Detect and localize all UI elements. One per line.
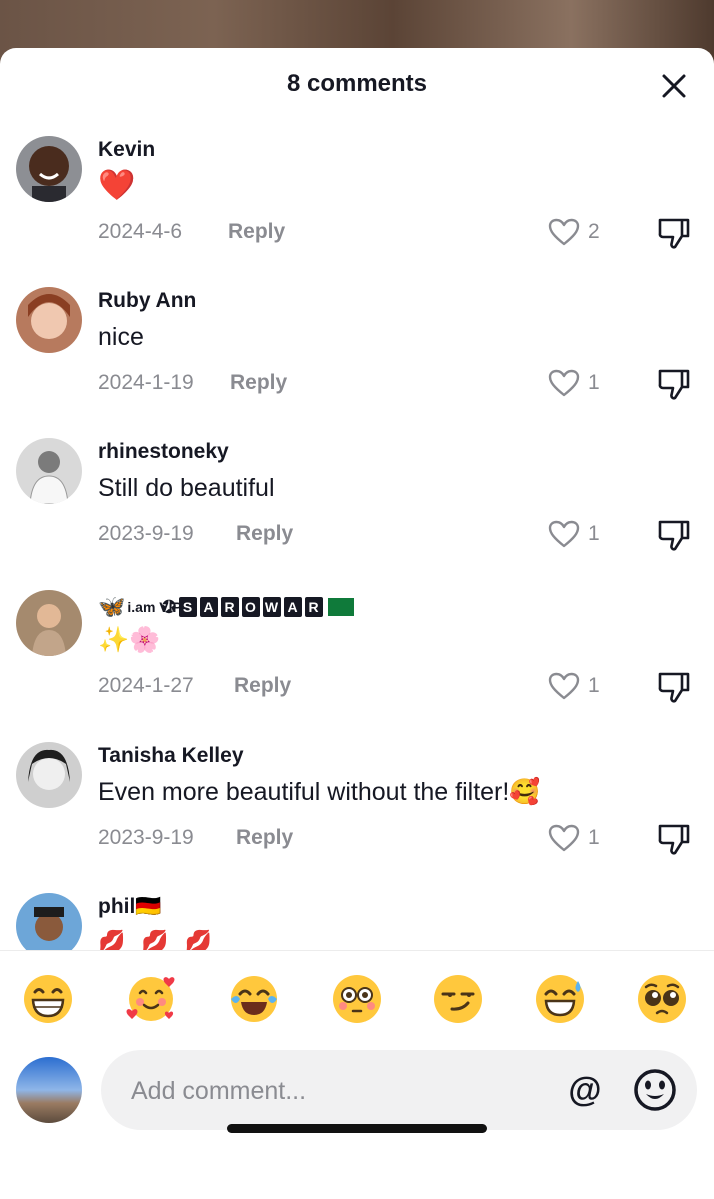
comment-date: 2024-4-6 xyxy=(98,220,183,243)
like-count: 1 xyxy=(588,826,600,849)
dislike-button[interactable] xyxy=(656,367,692,401)
emoji-smiling-hearts-button[interactable] xyxy=(125,973,177,1025)
emoji-grin-button[interactable] xyxy=(22,973,74,1025)
butterfly-icon: 🦋 xyxy=(98,594,126,619)
vip-prefix: i.am VIP xyxy=(127,599,182,615)
comments-count-title: 8 comments xyxy=(286,70,428,97)
comment-date: 2023-9-19 xyxy=(98,826,194,849)
reply-button[interactable]: Reply xyxy=(230,371,287,395)
heart-icon xyxy=(548,369,580,397)
heart-icon xyxy=(548,824,580,852)
like-button[interactable]: 1 xyxy=(548,822,600,854)
avatar[interactable] xyxy=(16,893,82,950)
close-icon xyxy=(662,74,686,98)
flag-icon xyxy=(327,598,354,616)
comment-text: 💋💋💋 xyxy=(98,929,229,950)
like-button[interactable]: 1 xyxy=(548,367,600,399)
emoji-pleading-button[interactable] xyxy=(636,973,688,1025)
comment-date: 2023-9-19 xyxy=(98,522,194,545)
comments-list[interactable]: Kevin ❤️ 2024-4-6 Reply 2 Ruby Ann nice … xyxy=(0,136,714,950)
thumbs-down-icon xyxy=(658,218,690,249)
emoji-sweat-smile-button[interactable] xyxy=(534,973,586,1025)
avatar[interactable] xyxy=(16,742,82,808)
thumbs-down-icon xyxy=(658,672,690,703)
close-button[interactable] xyxy=(658,70,690,102)
comment-date: 2024-1-27 xyxy=(98,674,194,697)
thumbs-down-icon xyxy=(658,369,690,400)
heart-icon xyxy=(548,672,580,700)
comment-username[interactable]: Ruby Ann xyxy=(98,289,196,313)
comment-text: nice xyxy=(98,323,144,351)
comment-username[interactable]: rhinestoneky xyxy=(98,440,229,464)
like-button[interactable]: 1 xyxy=(548,518,600,550)
comments-sheet: 8 comments Kevin ❤️ 2024-4-6 Reply 2 Rub… xyxy=(0,48,714,1199)
like-count: 1 xyxy=(588,674,600,697)
reply-button[interactable]: Reply xyxy=(228,220,285,244)
comment-text: ✨🌸 xyxy=(98,626,161,654)
comment-username[interactable]: Kevin xyxy=(98,138,155,162)
avatar[interactable] xyxy=(16,438,82,504)
reply-button[interactable]: Reply xyxy=(236,522,293,546)
thumbs-down-icon xyxy=(658,520,690,551)
like-count: 2 xyxy=(588,220,600,243)
like-button[interactable]: 1 xyxy=(548,670,600,702)
emoji-joy-button[interactable] xyxy=(228,973,280,1025)
current-user-avatar[interactable] xyxy=(16,1057,82,1123)
comment-date: 2024-1-19 xyxy=(98,371,194,394)
star-icon: ✪ xyxy=(161,596,177,617)
like-button[interactable]: 2 xyxy=(548,216,600,248)
dislike-button[interactable] xyxy=(656,518,692,552)
comment-input[interactable] xyxy=(129,1050,553,1132)
emoji-picker-button[interactable] xyxy=(633,1068,677,1112)
like-count: 1 xyxy=(588,371,600,394)
comment-text: ❤️ xyxy=(98,169,136,202)
comment-text: Still do beautiful xyxy=(98,474,275,502)
smiley-icon xyxy=(634,1069,676,1111)
dislike-button[interactable] xyxy=(656,822,692,856)
avatar[interactable] xyxy=(16,590,82,656)
emoji-smirk-button[interactable] xyxy=(432,973,484,1025)
dislike-button[interactable] xyxy=(656,216,692,250)
avatar[interactable] xyxy=(16,136,82,202)
avatar[interactable] xyxy=(16,287,82,353)
emoji-quick-bar xyxy=(0,950,714,1051)
heart-icon xyxy=(548,218,580,246)
thumbs-down-icon xyxy=(658,824,690,855)
reply-button[interactable]: Reply xyxy=(236,826,293,850)
comment-input-container[interactable]: @ xyxy=(101,1050,697,1132)
comment-username[interactable]: phil🇩🇪 xyxy=(98,895,161,919)
comment-text: Even more beautiful without the filter!🥰 xyxy=(98,778,541,806)
home-indicator xyxy=(227,1124,487,1133)
reply-button[interactable]: Reply xyxy=(234,674,291,698)
emoji-flushed-button[interactable] xyxy=(331,973,383,1025)
comment-username[interactable]: 🦋 i.am VIP ✪ SAROWAR xyxy=(98,594,354,620)
heart-icon xyxy=(548,520,580,548)
mention-button[interactable]: @ xyxy=(563,1068,607,1112)
dislike-button[interactable] xyxy=(656,670,692,704)
comment-username[interactable]: Tanisha Kelley xyxy=(98,744,244,768)
like-count: 1 xyxy=(588,522,600,545)
